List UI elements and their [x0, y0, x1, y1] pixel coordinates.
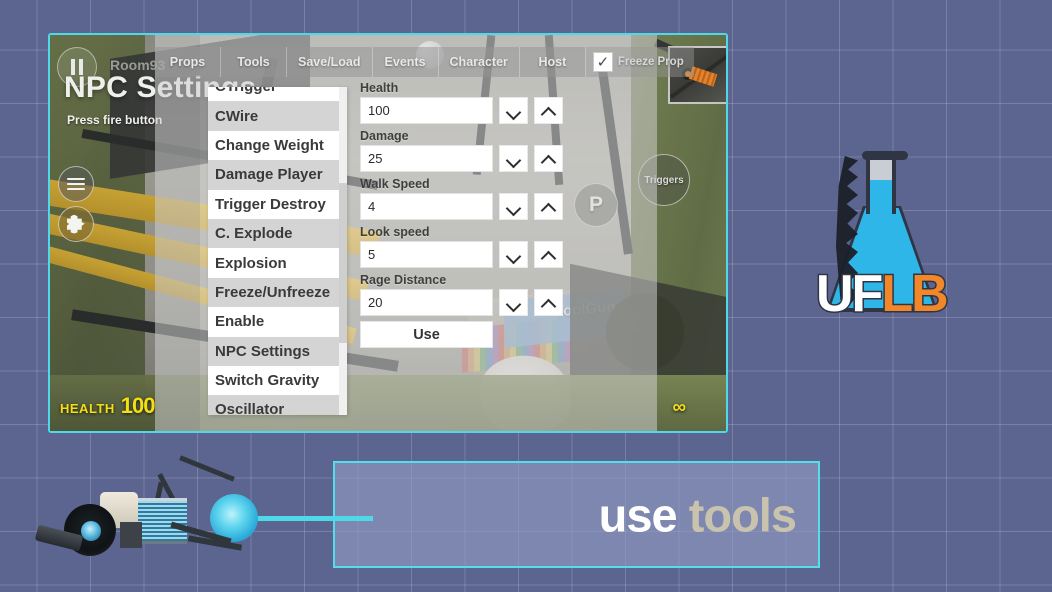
freeze-prop-checkbox[interactable]: ✓ [593, 52, 613, 72]
list-item[interactable]: C. Explode [208, 219, 339, 248]
list-item[interactable]: Change Weight [208, 131, 339, 160]
gravity-gun-lens [81, 521, 101, 541]
caption-banner: use tools [333, 461, 820, 568]
freeze-prop-toggle[interactable]: ✓ Freeze Prop [586, 47, 694, 77]
list-item[interactable]: Switch Gravity [208, 366, 339, 395]
tool-list-scrollbar[interactable] [339, 87, 347, 415]
list-item[interactable]: Trigger Destroy [208, 190, 339, 219]
damage-decrement-button[interactable] [499, 145, 528, 172]
chevron-up-icon [542, 251, 555, 259]
uflb-text-secondary: LB [881, 265, 946, 323]
chevron-up-icon [542, 107, 555, 115]
health-label: HEALTH [60, 401, 115, 416]
look-speed-field-row: 5 [360, 241, 565, 268]
caption-text: use tools [599, 487, 796, 542]
hint-text: Press fire button [67, 113, 162, 127]
tab-host[interactable]: Host [520, 47, 586, 77]
look-speed-increment-button[interactable] [534, 241, 563, 268]
rage-distance-increment-button[interactable] [534, 289, 563, 316]
list-item[interactable]: Damage Player [208, 160, 339, 189]
health-hud: HEALTH 100 [60, 393, 154, 419]
health-increment-button[interactable] [534, 97, 563, 124]
uflb-text-primary: UF [816, 265, 881, 323]
flask-lip [862, 151, 908, 160]
use-button[interactable]: Use [360, 321, 493, 348]
ammo-infinity-indicator: ∞ [672, 397, 686, 419]
tab-props[interactable]: Props [155, 47, 221, 77]
rage-distance-decrement-button[interactable] [499, 289, 528, 316]
health-field-label: Health [360, 81, 565, 95]
health-input[interactable]: 100 [360, 97, 493, 124]
flask-neck-fill [870, 180, 892, 214]
list-item[interactable]: CTrigger [208, 87, 339, 101]
uflb-wordmark: UFLB [816, 268, 947, 320]
tab-bar: Props Tools Save/Load Events Character H… [155, 47, 694, 77]
damage-increment-button[interactable] [534, 145, 563, 172]
game-screenshot-panel: ToolGun Room93 NPC Settings Press fire b… [48, 33, 728, 433]
puzzle-piece-icon [67, 215, 86, 234]
list-item[interactable]: NPC Settings [208, 337, 339, 366]
health-value: 100 [121, 393, 155, 419]
damage-field-label: Damage [360, 129, 565, 143]
look-speed-input[interactable]: 5 [360, 241, 493, 268]
gravity-gun-icon [38, 468, 266, 564]
gravity-gun-beam [243, 516, 373, 521]
damage-input[interactable]: 25 [360, 145, 493, 172]
walk-speed-field-label: Walk Speed [360, 177, 565, 191]
chevron-up-icon [542, 155, 555, 163]
damage-field-row: 25 [360, 145, 565, 172]
freeze-prop-label: Freeze Prop [618, 56, 684, 68]
walk-speed-increment-button[interactable] [534, 193, 563, 220]
rage-distance-field-row: 20 [360, 289, 565, 316]
chevron-down-icon [507, 107, 520, 115]
chevron-down-icon [507, 203, 520, 211]
chevron-down-icon [507, 299, 520, 307]
chevron-up-icon [542, 203, 555, 211]
walk-speed-input[interactable]: 4 [360, 193, 493, 220]
hamburger-menu-button[interactable] [58, 166, 94, 202]
tab-tools[interactable]: Tools [221, 47, 287, 77]
tab-save-load[interactable]: Save/Load [287, 47, 373, 77]
list-item[interactable]: Explosion [208, 248, 339, 277]
chevron-up-icon [542, 299, 555, 307]
list-item[interactable]: CWire [208, 101, 339, 130]
scrollbar-thumb[interactable] [339, 183, 347, 343]
list-item[interactable]: Oscillator [208, 395, 339, 415]
walk-speed-decrement-button[interactable] [499, 193, 528, 220]
tab-events[interactable]: Events [373, 47, 439, 77]
caption-word-secondary: tools [689, 488, 796, 541]
list-item[interactable]: Enable [208, 307, 339, 336]
chevron-down-icon [507, 251, 520, 259]
tab-character[interactable]: Character [439, 47, 520, 77]
tool-list[interactable]: CTrigger CWire Change Weight Damage Play… [208, 87, 347, 415]
look-speed-field-label: Look speed [360, 225, 565, 239]
rage-distance-input[interactable]: 20 [360, 289, 493, 316]
hamburger-menu-icon [67, 175, 85, 192]
tool-menu-overlay: Props Tools Save/Load Events Character H… [155, 35, 657, 431]
caption-word-primary: use [599, 488, 677, 541]
health-field-row: 100 [360, 97, 565, 124]
flask-neck [866, 152, 896, 214]
health-decrement-button[interactable] [499, 97, 528, 124]
chevron-down-icon [507, 155, 520, 163]
uflb-logo: UFLB [818, 146, 946, 316]
gravity-gun-shell-lower [120, 522, 142, 548]
rage-distance-field-label: Rage Distance [360, 273, 565, 287]
addon-button[interactable] [58, 206, 94, 242]
list-item[interactable]: Freeze/Unfreeze [208, 278, 339, 307]
gravity-gun-prong [179, 455, 235, 481]
look-speed-decrement-button[interactable] [499, 241, 528, 268]
npc-settings-form: Health 100 Damage 25 Walk [360, 81, 565, 348]
walk-speed-field-row: 4 [360, 193, 565, 220]
